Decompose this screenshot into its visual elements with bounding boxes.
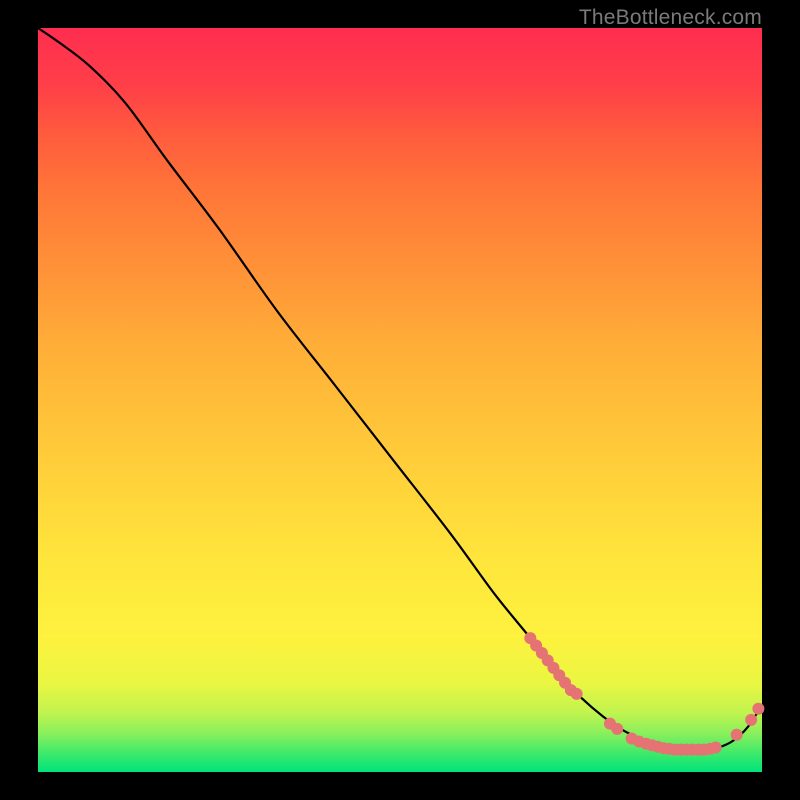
watermark-text: TheBottleneck.com (579, 6, 762, 30)
data-marker (710, 741, 722, 753)
plot-svg (38, 28, 762, 772)
data-marker (752, 703, 764, 715)
data-marker (745, 714, 757, 726)
chart-frame: TheBottleneck.com (0, 0, 800, 800)
bottleneck-curve (38, 28, 762, 750)
plot-area (38, 28, 762, 772)
data-marker (571, 688, 583, 700)
data-markers (524, 632, 764, 756)
data-marker (611, 723, 623, 735)
data-marker (731, 729, 743, 741)
